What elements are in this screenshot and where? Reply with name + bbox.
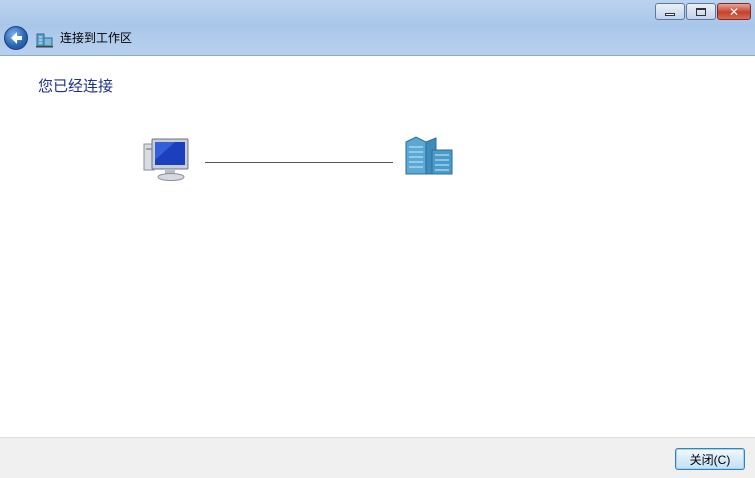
minimize-icon bbox=[665, 13, 675, 16]
workplace-network-icon bbox=[36, 33, 53, 48]
window-title: 连接到工作区 bbox=[60, 31, 133, 45]
close-window-button[interactable]: ✕ bbox=[717, 3, 751, 20]
connection-line bbox=[205, 162, 393, 163]
maximize-button[interactable] bbox=[686, 3, 716, 20]
close-button[interactable]: 关闭(C) bbox=[675, 448, 745, 470]
maximize-icon bbox=[696, 7, 706, 16]
window-controls: ✕ bbox=[655, 3, 751, 20]
computer-icon bbox=[143, 138, 189, 181]
workplace-building-icon bbox=[405, 136, 453, 175]
title-bar: ✕ 连接到工作区 bbox=[0, 0, 755, 56]
minimize-button[interactable] bbox=[655, 3, 685, 20]
page-heading: 您已经连接 bbox=[38, 77, 114, 95]
footer-bar bbox=[0, 437, 755, 478]
close-icon: ✕ bbox=[728, 4, 740, 19]
back-arrow-icon bbox=[11, 32, 22, 44]
back-button[interactable] bbox=[4, 26, 28, 50]
